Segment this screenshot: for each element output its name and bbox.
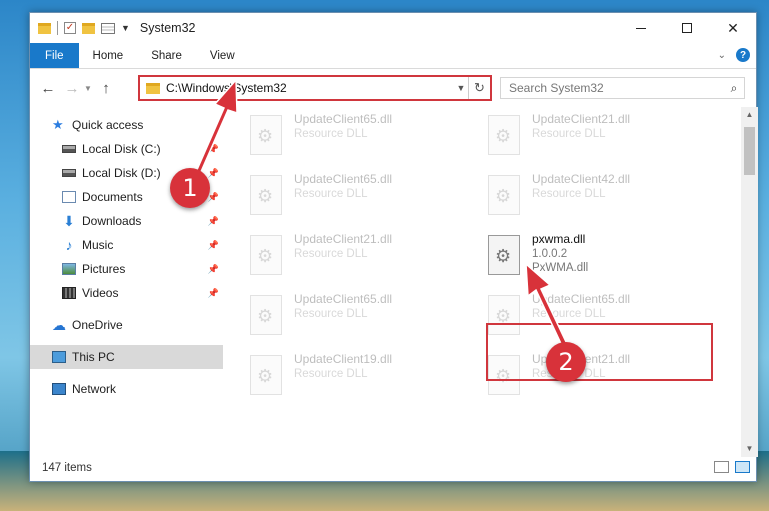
step-badge-2: 2 bbox=[546, 342, 586, 382]
arrow-to-file bbox=[525, 262, 570, 349]
annotation-arrows bbox=[195, 78, 570, 349]
arrow-to-address-bar bbox=[195, 78, 238, 176]
step-badge-1: 1 bbox=[170, 168, 210, 208]
